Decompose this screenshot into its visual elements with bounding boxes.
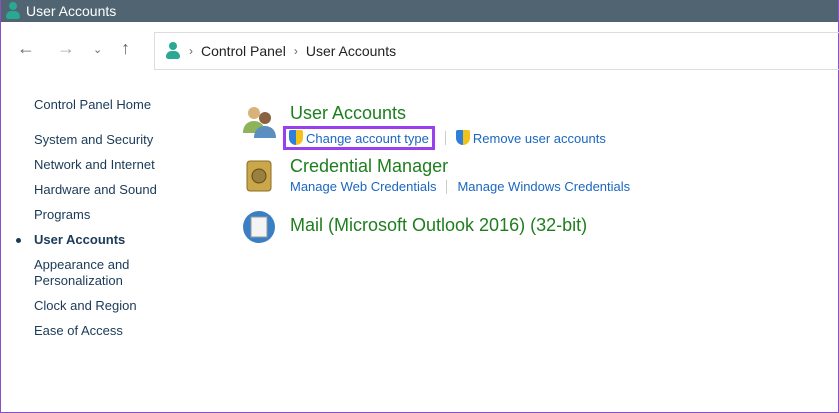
sidebar-item-clock-and-region[interactable]: Clock and Region — [34, 298, 157, 314]
main-content: User Accounts Change account type Remove… — [241, 103, 630, 243]
change-account-type-link[interactable]: Change account type — [283, 126, 435, 150]
forward-arrow-icon[interactable]: → — [57, 38, 75, 59]
divider — [444, 131, 446, 145]
section-user-accounts: User Accounts Change account type Remove… — [241, 103, 630, 156]
sidebar-item-user-accounts[interactable]: User Accounts — [16, 232, 157, 248]
user-accounts-heading[interactable]: User Accounts — [290, 103, 630, 124]
user-icon — [5, 2, 21, 20]
chevron-right-icon: › — [189, 44, 193, 58]
mail-icon — [243, 211, 275, 243]
address-bar[interactable]: › Control Panel › User Accounts — [154, 32, 839, 70]
chevron-right-icon: › — [293, 44, 298, 58]
sidebar: Control Panel Home System and Security N… — [16, 97, 157, 348]
sidebar-item-appearance-and-personalization[interactable]: Appearance and Personalization — [34, 257, 144, 289]
up-arrow-icon[interactable]: ↑ — [121, 38, 130, 59]
sidebar-item-hardware-and-sound[interactable]: Hardware and Sound — [34, 182, 157, 198]
section-mail: Mail (Microsoft Outlook 2016) (32-bit) — [241, 209, 630, 243]
recent-chevron-down-icon[interactable]: ⌄ — [93, 43, 102, 56]
remove-user-accounts-link[interactable]: Remove user accounts — [455, 130, 606, 146]
window-title: User Accounts — [26, 3, 117, 19]
section-credential-manager: Credential Manager Manage Web Credential… — [241, 156, 630, 209]
manage-web-credentials-link[interactable]: Manage Web Credentials — [290, 179, 436, 194]
mail-heading[interactable]: Mail (Microsoft Outlook 2016) (32-bit) — [290, 209, 630, 236]
users-icon — [243, 107, 276, 138]
sidebar-item-ease-of-access[interactable]: Ease of Access — [34, 323, 157, 339]
breadcrumb-control-panel[interactable]: Control Panel — [201, 43, 286, 59]
divider — [446, 179, 448, 194]
sidebar-item-network-and-internet[interactable]: Network and Internet — [34, 157, 157, 173]
navigation-bar: ← → ⌄ ↑ › Control Panel › User Accounts — [1, 32, 839, 72]
user-icon — [165, 42, 181, 60]
breadcrumb-user-accounts[interactable]: User Accounts — [306, 43, 396, 59]
credential-manager-heading[interactable]: Credential Manager — [290, 156, 630, 177]
uac-shield-icon — [289, 130, 303, 145]
title-bar: User Accounts — [1, 0, 838, 22]
sidebar-item-system-and-security[interactable]: System and Security — [34, 132, 157, 148]
back-arrow-icon[interactable]: ← — [17, 38, 35, 59]
sidebar-item-programs[interactable]: Programs — [34, 207, 157, 223]
uac-shield-icon — [455, 130, 470, 145]
sidebar-item-control-panel-home[interactable]: Control Panel Home — [34, 97, 157, 113]
manage-windows-credentials-link[interactable]: Manage Windows Credentials — [457, 179, 630, 194]
credential-vault-icon — [246, 160, 272, 192]
